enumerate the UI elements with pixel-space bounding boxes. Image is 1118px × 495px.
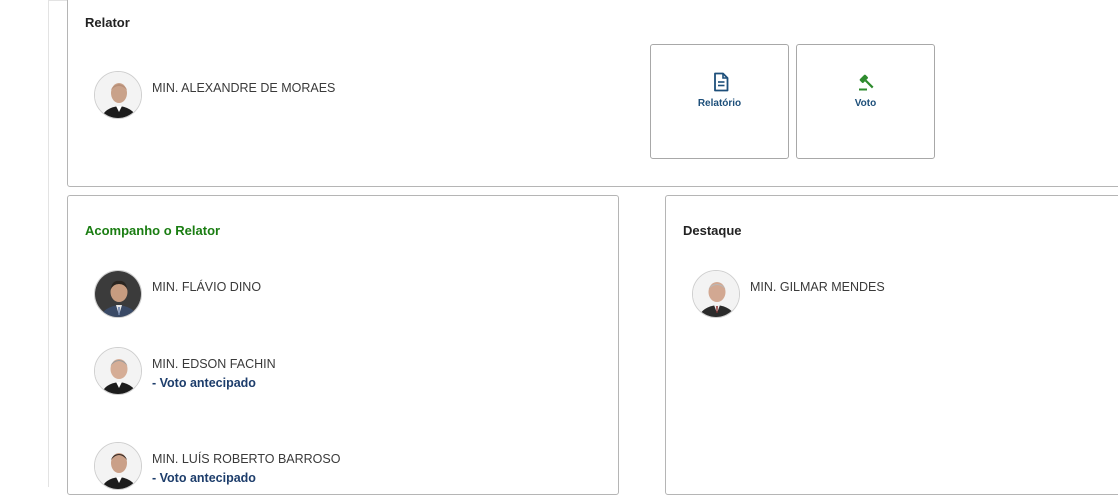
early-vote-note: - Voto antecipado bbox=[152, 376, 256, 390]
highlight-card: Destaque MIN. GILMAR MENDES bbox=[665, 195, 1118, 495]
relatorio-button[interactable]: Relatório bbox=[650, 44, 789, 159]
voto-button-label: Voto bbox=[854, 98, 877, 109]
minister-name: MIN. ALEXANDRE DE MORAES bbox=[152, 81, 336, 95]
voto-button[interactable]: Voto bbox=[796, 44, 935, 159]
minister-name: MIN. LUÍS ROBERTO BARROSO bbox=[152, 452, 341, 466]
minister-avatar bbox=[94, 442, 142, 490]
minister-name: MIN. FLÁVIO DINO bbox=[152, 280, 262, 294]
relator-card: Relator MIN. ALEXANDRE DE MORAES Relatór… bbox=[67, 0, 1118, 187]
follow-section-title: Acompanho o Relator bbox=[85, 223, 221, 238]
left-sidebar-rail bbox=[0, 0, 49, 487]
highlight-section-title: Destaque bbox=[683, 223, 742, 238]
minister-avatar bbox=[94, 347, 142, 395]
follow-relator-card: Acompanho o Relator MIN. FLÁVIO DINO MIN… bbox=[67, 195, 619, 495]
minister-avatar bbox=[692, 270, 740, 318]
early-vote-note: - Voto antecipado bbox=[152, 471, 256, 485]
relatorio-button-label: Relatório bbox=[697, 98, 742, 109]
minister-name: MIN. EDSON FACHIN bbox=[152, 357, 276, 371]
relator-section-title: Relator bbox=[85, 15, 130, 30]
minister-avatar bbox=[94, 71, 142, 119]
gavel-icon bbox=[857, 72, 877, 92]
minister-name: MIN. GILMAR MENDES bbox=[750, 280, 885, 294]
document-icon bbox=[711, 72, 731, 92]
minister-avatar bbox=[94, 270, 142, 318]
